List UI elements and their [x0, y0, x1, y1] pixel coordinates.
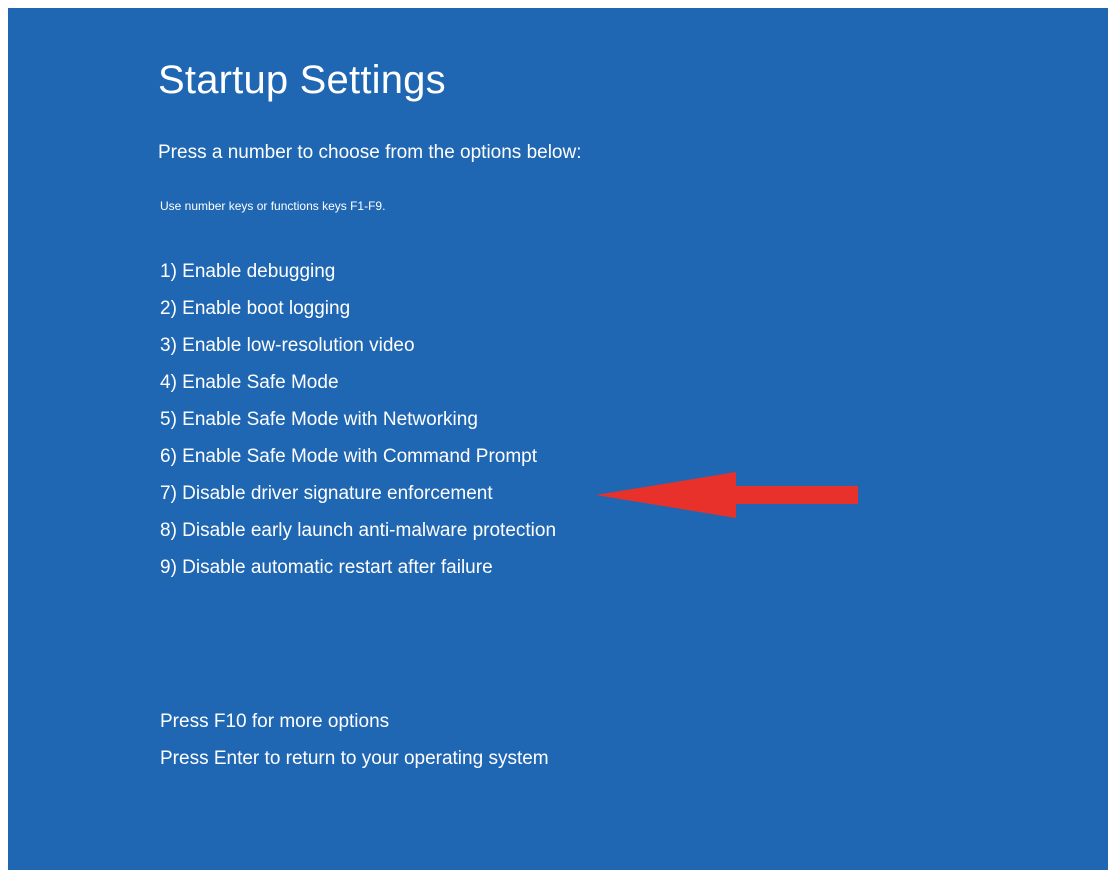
option-enable-safe-mode-command-prompt[interactable]: 6) Enable Safe Mode with Command Prompt — [160, 445, 556, 469]
red-arrow-icon — [596, 472, 858, 518]
red-arrow-shape — [596, 472, 858, 518]
startup-options-list: 1) Enable debugging 2) Enable boot loggi… — [160, 260, 556, 593]
option-enable-safe-mode[interactable]: 4) Enable Safe Mode — [160, 371, 556, 395]
option-disable-automatic-restart[interactable]: 9) Disable automatic restart after failu… — [160, 556, 556, 580]
instructions-text: Press a number to choose from the option… — [158, 142, 582, 163]
option-enable-debugging[interactable]: 1) Enable debugging — [160, 260, 556, 284]
key-hint-text: Use number keys or functions keys F1-F9. — [160, 199, 386, 213]
footer-instructions: Press F10 for more options Press Enter t… — [160, 710, 549, 784]
option-disable-early-launch-anti-malware[interactable]: 8) Disable early launch anti-malware pro… — [160, 519, 556, 543]
return-to-os-hint[interactable]: Press Enter to return to your operating … — [160, 747, 549, 771]
option-enable-low-resolution-video[interactable]: 3) Enable low-resolution video — [160, 334, 556, 358]
more-options-hint[interactable]: Press F10 for more options — [160, 710, 549, 734]
option-disable-driver-signature-enforcement[interactable]: 7) Disable driver signature enforcement — [160, 482, 556, 506]
page-title: Startup Settings — [158, 58, 446, 102]
option-enable-boot-logging[interactable]: 2) Enable boot logging — [160, 297, 556, 321]
option-enable-safe-mode-networking[interactable]: 5) Enable Safe Mode with Networking — [160, 408, 556, 432]
startup-settings-screen: Startup Settings Press a number to choos… — [8, 8, 1108, 870]
